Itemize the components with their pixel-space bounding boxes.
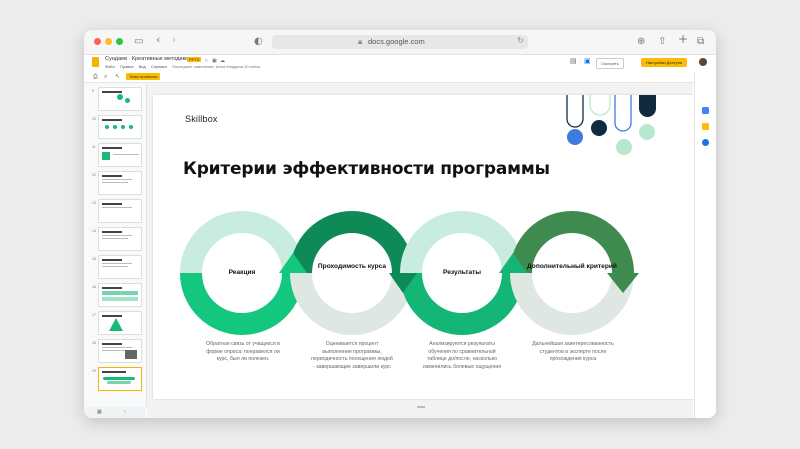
side-panel <box>694 72 716 418</box>
zoom-icon[interactable]: ⌕ <box>104 73 107 80</box>
stage-label: Проходимость курса <box>317 263 387 270</box>
avatar[interactable] <box>699 58 707 66</box>
lock-icon: 🔒︎ <box>358 37 363 46</box>
slide-thumbnail[interactable]: 15 <box>84 255 146 279</box>
forward-icon[interactable]: › <box>172 34 176 46</box>
print-icon[interactable]: ⎙ <box>93 73 98 80</box>
ring-pale-gray <box>290 272 414 335</box>
slide-number: 17 <box>92 313 96 317</box>
slide-number: 15 <box>92 257 96 261</box>
zoom-window-button[interactable] <box>116 38 123 45</box>
slide-number: 19 <box>92 369 96 373</box>
decor-dot-mint <box>639 124 655 140</box>
decor-dot-blue <box>567 129 583 145</box>
slide-thumbnail[interactable]: 14 <box>84 227 146 251</box>
url-text: docs.google.com <box>368 37 425 46</box>
last-edit-link[interactable]: Последнее изменение: Анна Мирдина 00 min… <box>172 64 261 69</box>
back-icon[interactable]: ‹ <box>156 34 160 46</box>
close-window-button[interactable] <box>94 38 101 45</box>
reload-icon[interactable]: ↻ <box>517 36 524 45</box>
view-button[interactable]: Смотреть <box>596 58 624 69</box>
address-bar[interactable]: 🔒︎ docs.google.com ↻ <box>272 35 528 49</box>
themes-button[interactable]: Темы принятия <box>126 73 161 80</box>
decor-arc <box>589 95 611 116</box>
keep-icon[interactable] <box>702 123 709 130</box>
ring-pale-gray <box>510 272 634 335</box>
stage-description: Анализируются результаты обучения по сра… <box>422 341 502 370</box>
slide-number: 9 <box>92 89 94 93</box>
slide-thumbnail-selected[interactable]: 19 <box>84 367 146 391</box>
docs-header: Сундаев · Креативные методики PPTX ☆ ▣ ☁… <box>84 55 716 71</box>
menu-view[interactable]: Вид <box>139 64 146 69</box>
slide-canvas[interactable]: Skillbox Критерии эффективности программ… <box>153 95 694 399</box>
browser-titlebar: ▭ ‹ › ◐ 🔒︎ docs.google.com ↻ ⊕ ⇧ + ⧉ <box>84 30 716 55</box>
stage-description: Оценивается процент выполнения программы… <box>311 341 393 370</box>
slides-logo-icon[interactable] <box>92 57 99 67</box>
decor-dot-mint <box>616 139 632 155</box>
slide-thumbnail[interactable]: 12 <box>84 171 146 195</box>
slide-thumbnail[interactable]: 10 <box>84 115 146 139</box>
document-title[interactable]: Сундаев · Креативные методики <box>105 56 188 62</box>
slide-number: 16 <box>92 285 96 289</box>
slide-thumbnail[interactable]: 13 <box>84 199 146 223</box>
decor-arc <box>614 95 632 132</box>
decor-pill <box>639 95 656 117</box>
menu-help[interactable]: Справка <box>151 64 167 69</box>
sidebar-toggle-icon[interactable]: ▭ <box>134 36 143 48</box>
comments-icon[interactable]: ▤ <box>570 57 577 65</box>
slide-number: 11 <box>92 145 96 149</box>
slide-title[interactable]: Критерии эффективности программы <box>183 159 550 179</box>
stage-label: Дополнительный критерий <box>527 263 617 270</box>
slide-number: 10 <box>92 117 96 121</box>
ring-pale <box>180 211 304 274</box>
slide-thumbnail[interactable]: 17 <box>84 311 146 335</box>
slide-thumbnail[interactable]: 18 <box>84 339 146 363</box>
brand-logo: Skillbox <box>185 114 218 124</box>
stage-label: Реакция <box>228 269 256 276</box>
editor-toolbar: ⎙ ⌕ ↖ Темы принятия <box>84 72 716 83</box>
decor-arc <box>566 95 584 128</box>
meet-icon[interactable]: ▣ <box>584 57 591 65</box>
download-icon[interactable]: ⊕ <box>637 36 645 48</box>
ring-pale <box>400 211 524 274</box>
menu-edit[interactable]: Правка <box>120 64 134 69</box>
grid-view-icon[interactable]: ▦ <box>97 409 102 416</box>
share-icon[interactable]: ⇧ <box>658 36 666 48</box>
slide-number: 14 <box>92 229 96 233</box>
menu-file[interactable]: Файл <box>105 64 115 69</box>
menu-bar: Файл Правка Вид Справка Последнее измене… <box>105 64 264 69</box>
calendar-icon[interactable] <box>702 107 709 114</box>
canvas-scrollbar[interactable] <box>417 406 425 408</box>
slide-number: 12 <box>92 173 96 177</box>
stage-description: Дальнейшая заинтересованность студентов … <box>532 341 614 363</box>
slide-number: 13 <box>92 201 96 205</box>
decor-dot-navy <box>591 120 607 136</box>
tasks-icon[interactable] <box>702 139 709 146</box>
browser-window: ▭ ‹ › ◐ 🔒︎ docs.google.com ↻ ⊕ ⇧ + ⧉ Сун… <box>84 30 716 418</box>
slide-filmstrip[interactable]: 9 10 11 12 13 14 15 16 17 18 19 <box>84 83 147 407</box>
editor-canvas[interactable]: Skillbox Критерии эффективности программ… <box>147 83 694 418</box>
cursor-icon[interactable]: ↖ <box>115 73 120 80</box>
slide-thumbnail[interactable]: 11 <box>84 143 146 167</box>
slide-thumbnail[interactable]: 16 <box>84 283 146 307</box>
file-type-badge: PPTX <box>187 57 202 62</box>
stage-label: Результаты <box>442 269 481 276</box>
tabs-overview-icon[interactable]: ⧉ <box>697 36 704 48</box>
filmstrip-footer: ▦ ‹ <box>84 407 146 418</box>
shield-icon[interactable]: ◐ <box>254 36 263 48</box>
ring-bright <box>400 272 524 335</box>
minimize-window-button[interactable] <box>105 38 112 45</box>
new-tab-icon[interactable]: + <box>678 33 688 45</box>
ring-bright <box>180 272 304 335</box>
slide-thumbnail[interactable]: 9 <box>84 87 146 111</box>
slide-number: 18 <box>92 341 96 345</box>
collapse-panel-icon[interactable]: ‹ <box>124 409 126 416</box>
share-button[interactable]: Настройки Доступа <box>641 58 687 67</box>
stage-description: Обратная связь от учащихся в форме опрос… <box>206 341 280 363</box>
